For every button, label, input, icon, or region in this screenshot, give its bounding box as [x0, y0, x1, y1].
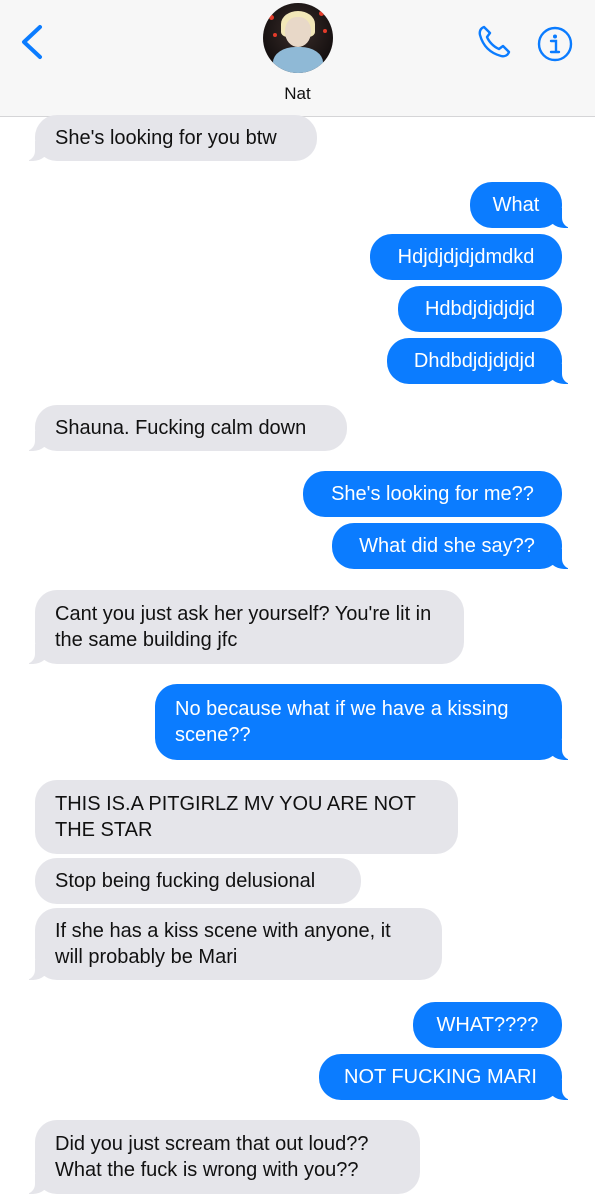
avatar[interactable]	[263, 3, 333, 73]
message-bubble-outgoing[interactable]: Hdjdjdjdjdmdkd	[370, 234, 562, 280]
message-bubble-outgoing[interactable]: WHAT????	[413, 1002, 562, 1048]
message-bubble-outgoing[interactable]: Dhdbdjdjdjdjd	[387, 338, 574, 384]
message-bubble-incoming[interactable]: Did you just scream that out loud?? What…	[23, 1120, 420, 1194]
message-bubble-incoming[interactable]: Stop being fucking delusional	[35, 858, 361, 904]
message-bubble-outgoing[interactable]: No because what if we have a kissing sce…	[155, 684, 574, 760]
conversation-header: Nat	[0, 0, 595, 117]
message-bubble-incoming[interactable]: She's looking for you btw	[23, 115, 317, 161]
contact-name[interactable]: Nat	[0, 84, 595, 104]
call-button[interactable]	[474, 22, 514, 62]
message-bubble-incoming[interactable]: Shauna. Fucking calm down	[23, 405, 347, 451]
message-bubble-incoming[interactable]: THIS IS.A PITGIRLZ MV YOU ARE NOT THE ST…	[35, 780, 458, 854]
message-bubble-outgoing[interactable]: NOT FUCKING MARI	[319, 1054, 574, 1100]
message-bubble-outgoing[interactable]: What	[470, 182, 574, 228]
message-bubble-outgoing[interactable]: Hdbdjdjdjdjd	[398, 286, 562, 332]
message-bubble-outgoing[interactable]: What did she say??	[332, 523, 574, 569]
chevron-left-icon	[22, 25, 42, 59]
message-thread: She's looking for you btw What Hdjdjdjdj…	[0, 0, 595, 1200]
info-icon	[537, 26, 573, 62]
message-bubble-incoming[interactable]: If she has a kiss scene with anyone, it …	[23, 908, 442, 980]
message-bubble-outgoing[interactable]: She's looking for me??	[303, 471, 562, 517]
phone-icon	[478, 25, 511, 58]
back-button[interactable]	[18, 22, 48, 62]
info-button[interactable]	[537, 26, 573, 62]
message-bubble-incoming[interactable]: Cant you just ask her yourself? You're l…	[23, 590, 464, 664]
